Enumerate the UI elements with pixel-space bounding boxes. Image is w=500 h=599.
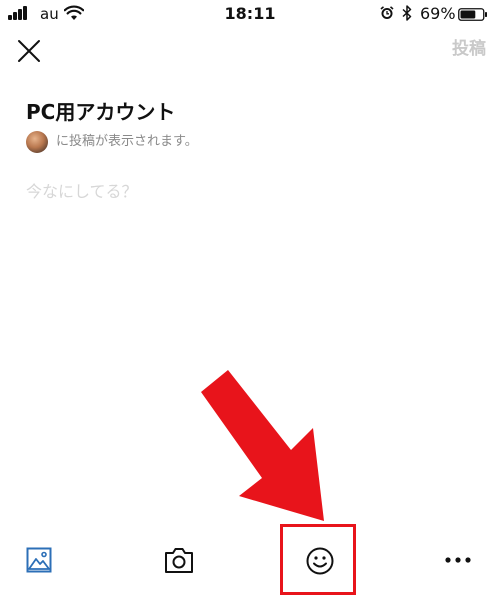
- battery-percent: 69%: [420, 4, 456, 23]
- more-button[interactable]: [443, 553, 473, 567]
- camera-icon: [165, 548, 193, 573]
- status-bar: au 18:11 69%: [0, 0, 500, 28]
- close-button[interactable]: [14, 36, 44, 66]
- post-button[interactable]: 投稿: [452, 38, 486, 60]
- camera-button[interactable]: [164, 546, 194, 574]
- close-icon: [18, 40, 40, 62]
- alarm-icon: [380, 6, 394, 19]
- photo-icon: [26, 547, 52, 573]
- account-visibility-row: に投稿が表示されます。: [26, 131, 198, 153]
- battery-icon: [458, 8, 487, 21]
- account-name: PC用アカウント: [26, 100, 176, 124]
- annotation-arrow: [201, 370, 324, 521]
- photo-button[interactable]: [26, 547, 52, 573]
- annotation-highlight-box: [280, 524, 356, 595]
- visibility-text: に投稿が表示されます。: [56, 134, 198, 149]
- bluetooth-icon: [402, 5, 412, 21]
- more-icon: [445, 557, 471, 563]
- avatar: [26, 131, 48, 153]
